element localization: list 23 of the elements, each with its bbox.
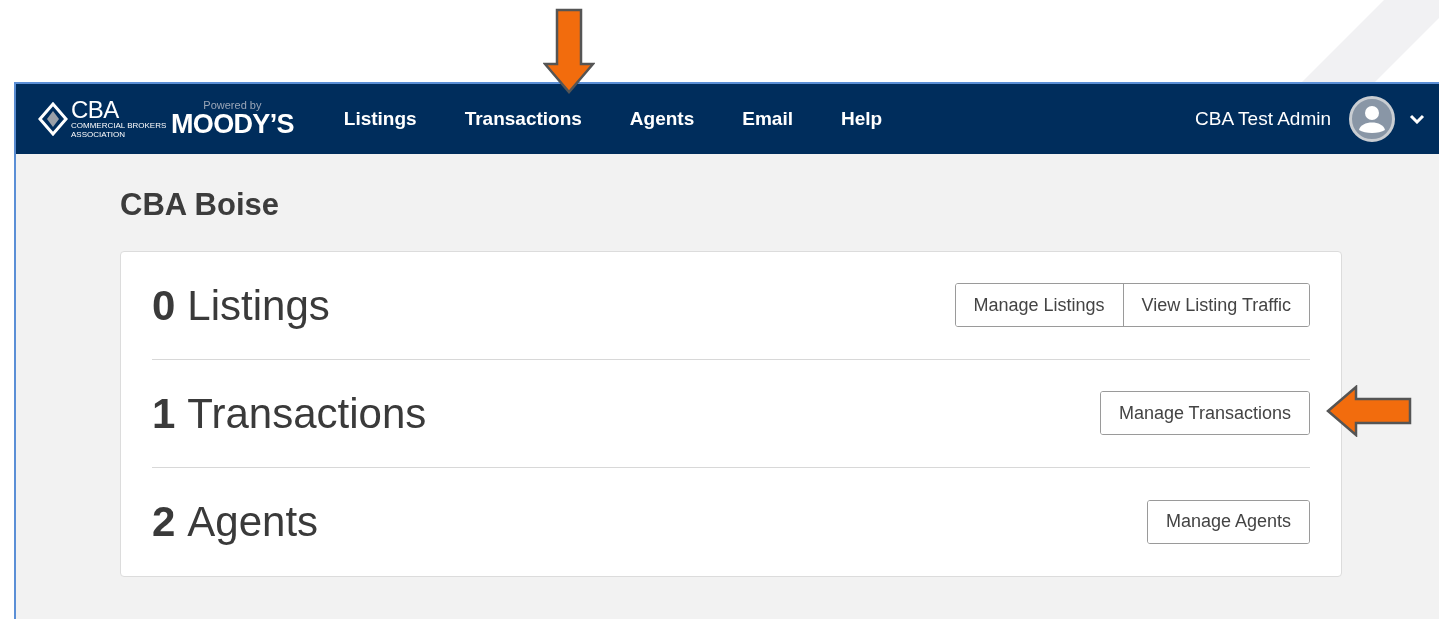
page-title: CBA Boise: [120, 186, 281, 224]
stat-count: 1: [152, 388, 176, 439]
nav-link[interactable]: Transactions: [450, 96, 596, 142]
logo-text: CBA: [71, 99, 120, 121]
stat-count: 2: [152, 497, 176, 547]
nav-link[interactable]: Help: [826, 96, 897, 142]
powered-by-caption: Powered by: [203, 100, 262, 111]
stat-label: Transactions: [187, 388, 427, 439]
nav-link[interactable]: Listings: [329, 96, 431, 142]
user-name[interactable]: CBA Test Admin: [1195, 104, 1331, 134]
manage-button[interactable]: View Listing Traffic: [1122, 284, 1309, 326]
logo-tagline: COMMERCIAL BROKERS ASSOCIATION: [71, 121, 167, 139]
stat-label: Agents: [187, 497, 319, 547]
chevron-down-icon[interactable]: [1409, 114, 1425, 124]
manage-button[interactable]: Manage Agents: [1147, 500, 1309, 543]
brand-wordmark: MOODY’S: [171, 111, 294, 138]
manage-button[interactable]: Manage Transactions: [1100, 392, 1309, 434]
stat-label: Listings: [187, 280, 330, 331]
diamond-logo-icon: [38, 102, 68, 136]
nav-link[interactable]: Email: [728, 96, 807, 142]
stat-count: 0: [152, 280, 176, 331]
avatar-icon[interactable]: [1349, 96, 1395, 142]
nav-link[interactable]: Agents: [615, 96, 709, 142]
